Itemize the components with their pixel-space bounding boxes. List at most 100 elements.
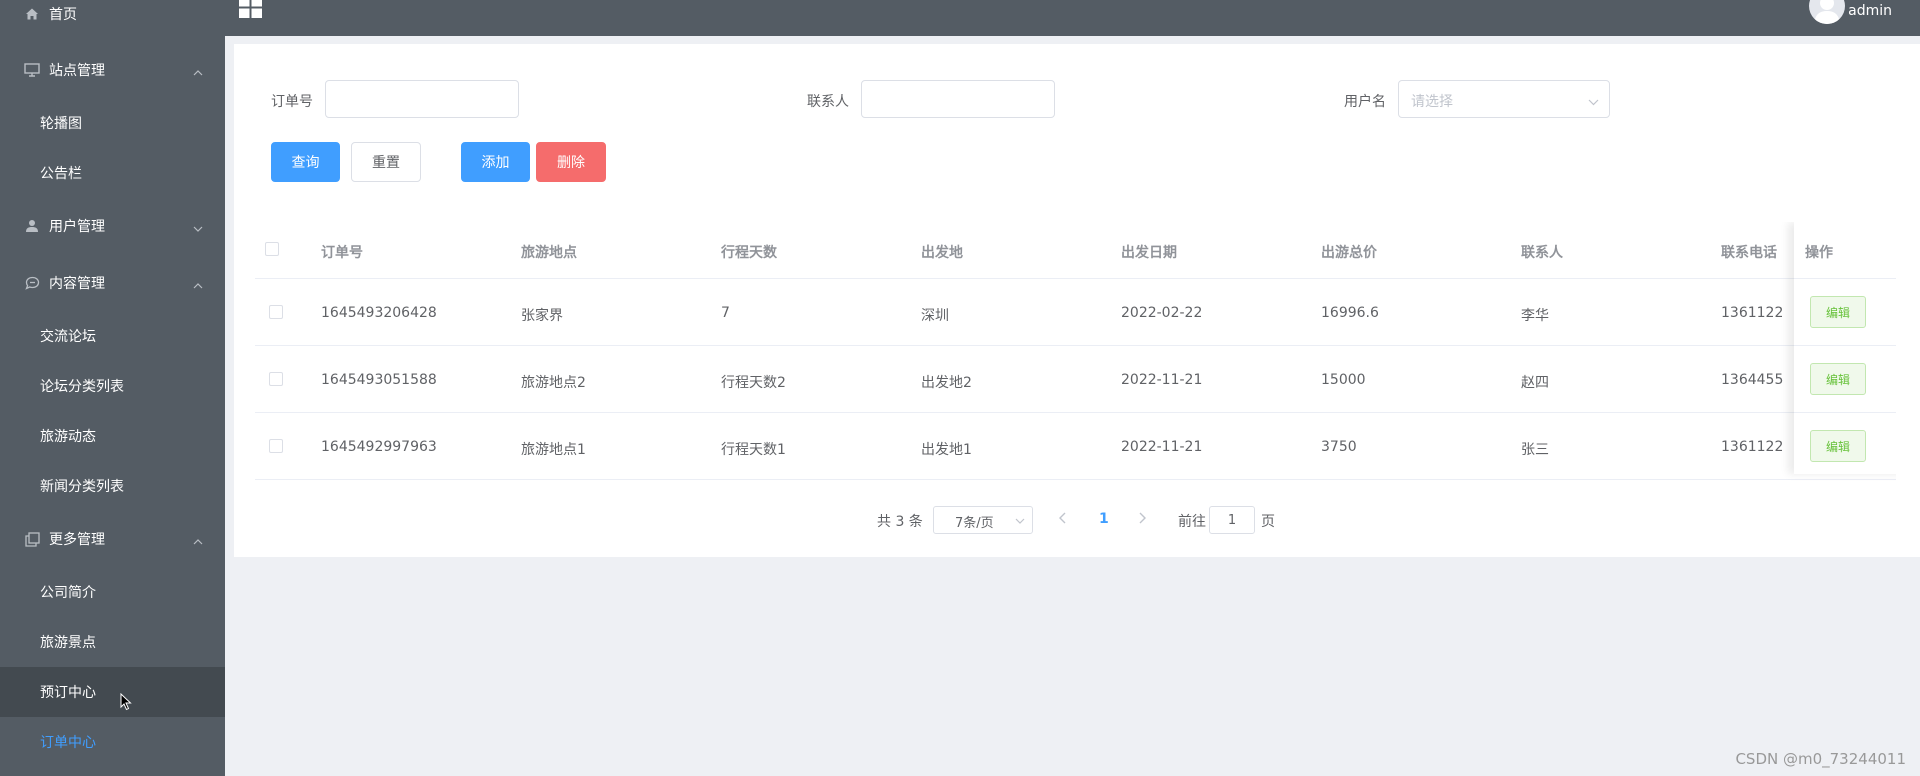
sidebar-item-label: 旅游景点	[40, 635, 96, 651]
menu-user-mgmt[interactable]: 用户管理	[0, 201, 225, 251]
row-divider	[255, 412, 1896, 413]
row-divider	[255, 479, 1896, 480]
sidebar-item-label: 轮播图	[40, 116, 82, 132]
cell-order-no: 1645493206428	[321, 305, 437, 321]
sidebar-item-label: 论坛分类列表	[40, 379, 124, 395]
user-icon	[24, 218, 40, 234]
pagination-total: 共 3 条	[877, 514, 923, 530]
sidebar-item-forum-category[interactable]: 论坛分类列表	[0, 361, 225, 411]
menu-content-mgmt-label: 内容管理	[49, 276, 105, 292]
sidebar-item-news-category[interactable]: 新闻分类列表	[0, 461, 225, 511]
username-select[interactable]: 请选择	[1398, 80, 1610, 118]
sidebar-item-order-center[interactable]: 订单中心	[0, 717, 225, 767]
sidebar-item-forum[interactable]: 交流论坛	[0, 311, 225, 361]
cell-date: 2022-11-21	[1121, 372, 1203, 388]
menu-site-mgmt[interactable]: 站点管理	[0, 45, 225, 95]
column-header: 出游总价	[1321, 245, 1377, 261]
column-header: 联系人	[1521, 245, 1563, 261]
sidebar-item-notice[interactable]: 公告栏	[0, 148, 225, 198]
sidebar-item-label: 预订中心	[40, 685, 96, 701]
home-icon	[24, 6, 40, 22]
next-page-icon[interactable]	[1138, 512, 1146, 528]
page-size-value: 7条/页	[955, 516, 994, 531]
menu-more-mgmt-label: 更多管理	[49, 532, 105, 548]
menu-content-mgmt[interactable]: 内容管理	[0, 258, 225, 308]
page-size-select[interactable]: 7条/页	[933, 506, 1033, 534]
sidebar-item-label: 旅游动态	[40, 429, 96, 445]
reset-button[interactable]: 重置	[351, 142, 421, 182]
prev-page-icon[interactable]	[1059, 512, 1067, 528]
sidebar-item-carousel[interactable]: 轮播图	[0, 98, 225, 148]
edit-button[interactable]: 编辑	[1810, 430, 1866, 462]
menu-toggle-icon[interactable]	[239, 0, 263, 19]
column-header: 出发日期	[1121, 245, 1177, 261]
username-label: 用户名	[1344, 94, 1386, 110]
menu-user-mgmt-label: 用户管理	[49, 219, 105, 235]
edit-button[interactable]: 编辑	[1810, 363, 1866, 395]
column-header: 旅游地点	[521, 245, 577, 261]
sidebar-item-label: 交流论坛	[40, 329, 96, 345]
menu-home[interactable]: 首页	[0, 0, 225, 39]
cell-contact: 张三	[1521, 442, 1549, 458]
top-header: admin	[225, 0, 1920, 36]
cell-contact: 李华	[1521, 308, 1549, 324]
contact-label: 联系人	[807, 94, 849, 110]
username-select-placeholder: 请选择	[1411, 94, 1453, 110]
sidebar-item-label: 公司简介	[40, 585, 96, 601]
cell-date: 2022-11-21	[1121, 439, 1203, 455]
sidebar-item-label: 新闻分类列表	[40, 479, 124, 495]
contact-input[interactable]	[861, 80, 1055, 118]
row-divider	[1794, 345, 1896, 346]
column-header: 行程天数	[721, 245, 777, 261]
chevron-up-icon	[193, 64, 203, 80]
cell-phone: 1361122	[1721, 439, 1784, 455]
watermark: CSDN @m0_73244011	[1735, 750, 1906, 768]
order-no-input[interactable]	[325, 80, 519, 118]
avatar[interactable]	[1809, 0, 1845, 24]
cell-date: 2022-02-22	[1121, 305, 1203, 321]
row-divider	[1794, 278, 1896, 279]
row-checkbox[interactable]	[269, 439, 283, 453]
row-checkbox[interactable]	[269, 372, 283, 386]
add-button[interactable]: 添加	[461, 142, 530, 182]
menu-site-mgmt-label: 站点管理	[49, 63, 105, 79]
select-all-checkbox[interactable]	[265, 242, 279, 256]
edit-button[interactable]: 编辑	[1810, 296, 1866, 328]
cell-destination: 旅游地点2	[521, 375, 586, 391]
copy-icon	[24, 531, 40, 547]
sidebar-item-label: 订单中心	[40, 735, 96, 751]
orders-table: 订单号 旅游地点 行程天数 出发地 出发日期 出游总价 联系人 联系电话 164…	[255, 222, 1896, 482]
column-header: 订单号	[321, 245, 363, 261]
chat-icon	[24, 275, 40, 291]
sidebar-item-company-intro[interactable]: 公司简介	[0, 567, 225, 617]
cell-departure: 出发地1	[921, 442, 972, 458]
username[interactable]: admin	[1848, 3, 1892, 19]
sidebar-item-booking-center[interactable]: 预订中心	[0, 667, 225, 717]
order-no-label: 订单号	[271, 94, 313, 110]
goto-suffix: 页	[1261, 514, 1275, 530]
monitor-icon	[24, 62, 40, 78]
cell-days: 行程天数1	[721, 442, 786, 458]
delete-button[interactable]: 删除	[536, 142, 606, 182]
chevron-down-icon	[1015, 513, 1025, 528]
query-button[interactable]: 查询	[271, 142, 340, 182]
cell-destination: 张家界	[521, 308, 563, 324]
goto-page-input[interactable]: 1	[1209, 506, 1255, 534]
goto-prefix: 前往	[1178, 514, 1206, 530]
cell-total-price: 15000	[1321, 372, 1366, 388]
cell-total-price: 3750	[1321, 439, 1357, 455]
cell-contact: 赵四	[1521, 375, 1549, 391]
cell-order-no: 1645492997963	[321, 439, 437, 455]
sidebar-item-label: 公告栏	[40, 166, 82, 182]
column-header: 操作	[1805, 245, 1833, 261]
sidebar-item-travel-news[interactable]: 旅游动态	[0, 411, 225, 461]
column-header: 出发地	[921, 245, 963, 261]
chevron-up-icon	[193, 277, 203, 293]
cell-total-price: 16996.6	[1321, 305, 1379, 321]
current-page[interactable]: 1	[1099, 511, 1109, 527]
row-checkbox[interactable]	[269, 305, 283, 319]
menu-more-mgmt[interactable]: 更多管理	[0, 514, 225, 564]
operations-column: 操作 编辑 编辑 编辑	[1794, 222, 1896, 474]
cell-days: 行程天数2	[721, 375, 786, 391]
sidebar-item-scenic-spots[interactable]: 旅游景点	[0, 617, 225, 667]
